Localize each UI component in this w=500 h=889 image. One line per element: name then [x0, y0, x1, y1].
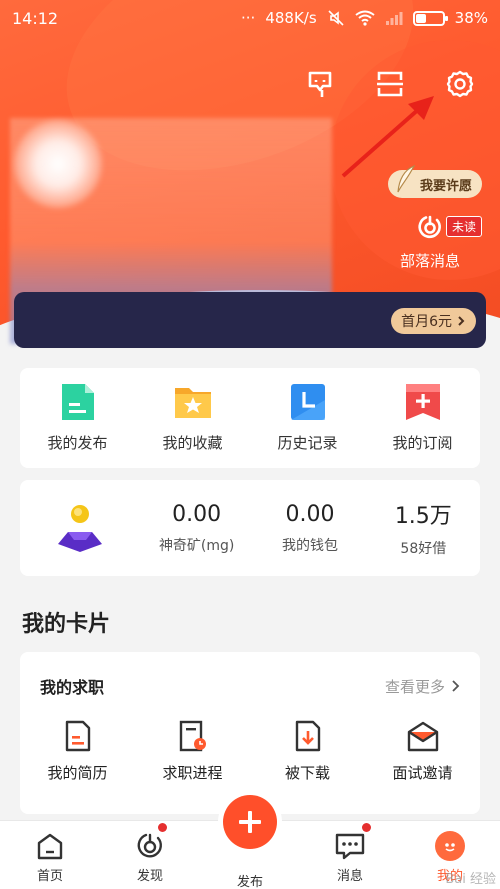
- favorites-folder-icon: [174, 388, 211, 418]
- status-time: 14:12: [12, 8, 59, 28]
- view-more-link[interactable]: 查看更多: [385, 676, 460, 697]
- quick-label: 我的收藏: [162, 434, 223, 452]
- subscribe-plus-icon: [405, 384, 440, 420]
- nav-label: 首页: [36, 869, 63, 884]
- quick-label: 历史记录: [277, 434, 338, 452]
- customer-service-icon: [308, 71, 332, 97]
- status-dots: ···: [241, 9, 256, 27]
- avatar[interactable]: [14, 120, 102, 208]
- wish-button[interactable]: 我要许愿: [387, 164, 482, 198]
- job-actions: 我的简历 求职进程 被下载 面试邀请: [20, 720, 480, 783]
- customer-service-button[interactable]: [302, 66, 338, 102]
- messages-notification-dot: [362, 823, 371, 832]
- battery-percent: 38%: [454, 9, 488, 27]
- mine-gem-item[interactable]: [20, 500, 140, 556]
- publish-doc-icon: [61, 384, 94, 420]
- resume-icon: [65, 720, 90, 752]
- status-bar: 14:12 ··· 488K/s 38%: [0, 0, 500, 36]
- discover-notification-dot: [158, 823, 167, 832]
- publish-button[interactable]: [223, 795, 277, 849]
- nav-discover[interactable]: 发现: [100, 821, 200, 889]
- quick-actions-card: 我的发布 我的收藏 历史记录 我的订阅: [20, 368, 480, 468]
- tribe-icon: [418, 215, 441, 239]
- chevron-right-icon: [458, 316, 465, 326]
- stat-value: 0.00: [172, 501, 222, 527]
- vip-button-label: 首月6元: [401, 314, 452, 330]
- wish-button-label: 我要许愿: [419, 178, 472, 194]
- job-item-label: 面试邀请: [392, 764, 453, 782]
- home-icon: [37, 833, 63, 860]
- stat-label: 58好借: [400, 541, 447, 557]
- job-card: 我的求职 查看更多 我的简历 求职进程 被下载 面试邀请: [20, 652, 480, 814]
- subscriptions-item[interactable]: 我的订阅: [365, 368, 480, 468]
- chevron-right-icon: [452, 680, 460, 692]
- stat-value: 0.00: [285, 501, 335, 527]
- history-item[interactable]: 历史记录: [250, 368, 365, 468]
- downloaded-item[interactable]: 被下载: [250, 720, 365, 783]
- nav-home[interactable]: 首页: [0, 821, 100, 889]
- network-speed: 488K/s: [265, 9, 317, 27]
- scan-button[interactable]: [372, 66, 408, 102]
- profile-icon: [435, 831, 465, 861]
- settings-button[interactable]: [442, 66, 478, 102]
- nav-messages[interactable]: 消息: [300, 821, 400, 889]
- job-item-label: 求职进程: [162, 764, 223, 782]
- scan-icon: [377, 71, 403, 97]
- invite-envelope-icon: [407, 721, 438, 752]
- unread-badge: 未读: [445, 216, 482, 237]
- job-card-title: 我的求职: [40, 678, 105, 697]
- battery-level: [415, 13, 426, 23]
- interview-invite-item[interactable]: 面试邀请: [365, 720, 480, 783]
- job-progress-item[interactable]: 求职进程: [135, 720, 250, 783]
- my-posts-item[interactable]: 我的发布: [20, 368, 135, 468]
- stats-card: 0.00 神奇矿(mg) 0.00 我的钱包 1.5万 58好借: [20, 480, 480, 576]
- tribe-label: 部落消息: [399, 252, 460, 270]
- header-actions: [302, 66, 478, 102]
- job-item-label: 被下载: [284, 764, 330, 782]
- mute-icon: [328, 10, 344, 26]
- signal-icon: [385, 12, 403, 25]
- quick-label: 我的订阅: [392, 434, 453, 452]
- message-icon: [335, 833, 365, 860]
- loan-stat[interactable]: 1.5万 58好借: [367, 498, 480, 558]
- discover-icon: [137, 833, 162, 858]
- plus-icon: [239, 811, 261, 833]
- job-card-header: 我的求职 查看更多: [20, 652, 480, 698]
- progress-icon: [179, 720, 206, 752]
- nav-label: 发布: [236, 875, 263, 889]
- stat-value: 1.5万: [394, 504, 452, 529]
- job-item-label: 我的简历: [47, 764, 108, 782]
- tribe-messages[interactable]: 未读 部落消息: [390, 214, 482, 271]
- watermark: Bai 经验: [445, 872, 496, 887]
- wallet-stat[interactable]: 0.00 我的钱包: [253, 502, 366, 555]
- stat-label: 神奇矿(mg): [158, 537, 235, 554]
- nav-publish[interactable]: 发布: [200, 795, 300, 889]
- vip-button[interactable]: 首月6元: [391, 308, 476, 334]
- magic-mine-stat[interactable]: 0.00 神奇矿(mg): [140, 502, 253, 555]
- my-resume-item[interactable]: 我的简历: [20, 720, 135, 783]
- nav-label: 消息: [336, 869, 363, 884]
- my-favorites-item[interactable]: 我的收藏: [135, 368, 250, 468]
- section-title: 我的卡片: [22, 612, 111, 637]
- quill-icon: [397, 164, 416, 193]
- gem-coin-icon: [58, 505, 102, 552]
- download-icon: [295, 720, 320, 752]
- wifi-icon: [355, 10, 375, 26]
- view-more-label: 查看更多: [384, 677, 445, 696]
- stat-label: 我的钱包: [281, 537, 338, 554]
- history-clock-icon: [290, 384, 325, 420]
- gear-icon: [446, 70, 474, 98]
- nav-label: 发现: [136, 869, 163, 884]
- bottom-nav: 首页 发现 发布 消息 我的: [0, 795, 500, 889]
- quick-label: 我的发布: [47, 434, 108, 452]
- battery-icon: [412, 10, 448, 26]
